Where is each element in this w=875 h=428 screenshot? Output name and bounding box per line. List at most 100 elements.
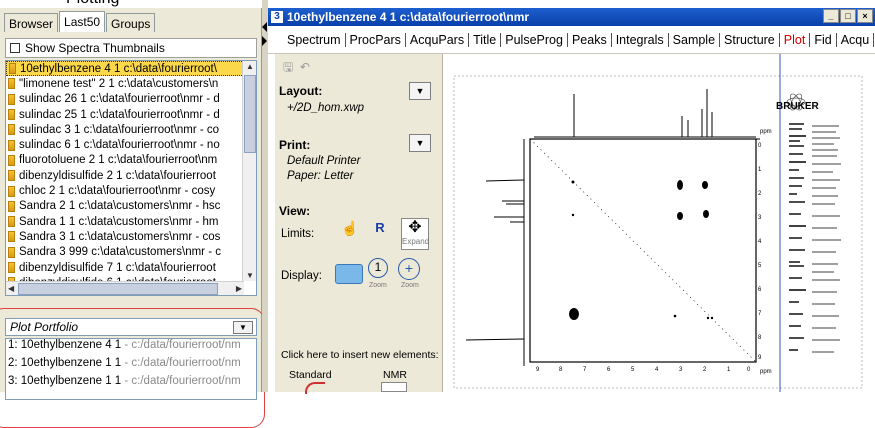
expand-arrows-icon: ✥ — [408, 219, 422, 236]
tab-plot[interactable]: Plot — [780, 32, 811, 47]
panel-splitter[interactable] — [262, 0, 268, 392]
plot-canvas[interactable]: 0 1 2 3 4 5 6 7 8 9 ppm 9 8 7 6 5 4 3 2 … — [444, 54, 875, 392]
dataset-label: Sandra 2 1 c:\data\customers\nmr - hsc — [19, 200, 221, 213]
minimize-button[interactable]: _ — [823, 9, 839, 23]
page-border — [453, 75, 863, 389]
dataset-list-item[interactable]: "limonene test" 2 1 c:\data\customers\n — [6, 76, 256, 91]
layout-dropdown-button[interactable]: ▼ — [409, 82, 431, 100]
collapse-left-icon[interactable] — [262, 22, 267, 32]
folder-icon — [8, 124, 15, 136]
hand-limits-icon[interactable]: ☝ — [339, 220, 361, 240]
tab-last50[interactable]: Last50 — [59, 11, 106, 32]
vertical-scroll-thumb[interactable] — [244, 75, 256, 153]
dataset-list-item[interactable]: chloc 2 1 c:\data\fourierroot\nmr - cosy — [6, 183, 256, 198]
y-tick: 7 — [758, 311, 762, 317]
undo-icon[interactable]: ↶ — [300, 60, 310, 74]
horizontal-scroll-thumb[interactable] — [18, 283, 218, 295]
window-title-bar[interactable]: 3 10ethylbenzene 4 1 c:\data\fourierroot… — [268, 8, 875, 26]
layout-label: Layout: — [279, 84, 323, 98]
zoom-one-icon[interactable]: 1 — [368, 258, 388, 278]
tab-pulseprog[interactable]: PulseProg — [501, 32, 568, 47]
dataset-list-item[interactable]: Sandra 3 999 c:\data\customers\nmr - c — [6, 245, 256, 260]
scroll-down-icon[interactable]: ▼ — [246, 271, 254, 280]
y-tick: 9 — [758, 355, 762, 361]
left-projection — [465, 139, 525, 366]
print-dropdown-button[interactable]: ▼ — [409, 134, 431, 152]
bottom-axis-labels: 9 8 7 6 5 4 3 2 1 0 ppm — [536, 367, 772, 375]
zoom-in-icon[interactable]: + — [398, 258, 420, 280]
dataset-list-item[interactable]: Sandra 2 1 c:\data\customers\nmr - hsc — [6, 199, 256, 214]
dataset-list-item[interactable]: sulindac 6 1 c:\data\fourierroot\nmr - n… — [6, 137, 256, 152]
dataset-label: sulindac 26 1 c:\data\fourierroot\nmr - … — [19, 93, 220, 106]
folder-icon — [8, 139, 15, 151]
y-tick: 1 — [758, 167, 762, 173]
tab-fid[interactable]: Fid — [810, 32, 837, 47]
tab-procpars[interactable]: ProcPars — [346, 32, 406, 47]
dataset-label: 10ethylbenzene 4 1 c:\data\fourierroot\ — [20, 62, 217, 75]
dataset-list-item[interactable]: Sandra 1 1 c:\data\customers\nmr - hm — [6, 214, 256, 229]
page-caption: Plotting — [66, 0, 119, 8]
list-vertical-scrollbar[interactable]: ▲ ▼ — [242, 61, 256, 281]
x-tick: 9 — [536, 367, 540, 373]
standard-label[interactable]: Standard — [289, 369, 332, 381]
print-label: Print: — [279, 138, 311, 152]
folder-icon — [8, 78, 15, 90]
y-tick: 2 — [758, 191, 762, 197]
monitor-display-icon[interactable] — [335, 264, 363, 284]
expand-button[interactable]: ✥ Expand — [401, 218, 429, 250]
dataset-label: fluorotoluene 2 1 c:\data\fourierroot\nm — [19, 154, 218, 167]
scroll-left-icon[interactable]: ◀ — [8, 284, 14, 293]
tab-acqupars[interactable]: AcquPars — [406, 32, 470, 47]
dataset-label: Sandra 3 1 c:\data\customers\nmr - cos — [19, 230, 221, 243]
bruker-logo: BRUKER — [776, 93, 820, 112]
dataset-list-item[interactable]: Sandra 3 1 c:\data\customers\nmr - cos — [6, 229, 256, 244]
list-horizontal-scrollbar[interactable]: ◀ ▶ — [6, 281, 244, 295]
dataset-label: Sandra 1 1 c:\data\customers\nmr - hm — [19, 215, 219, 228]
dataset-list-item[interactable]: 10ethylbenzene 4 1 c:\data\fourierroot\ — [6, 61, 256, 77]
tab-structure[interactable]: Structure — [720, 32, 780, 47]
top-projection — [534, 89, 756, 138]
folder-icon — [8, 170, 15, 182]
x-tick: 4 — [655, 367, 659, 373]
tab-sample[interactable]: Sample — [669, 32, 721, 47]
contour-frame — [529, 138, 757, 363]
r-limits-icon[interactable]: R — [369, 220, 391, 240]
folder-icon — [8, 262, 15, 273]
tab-browser[interactable]: Browser — [4, 13, 59, 32]
save-icon[interactable]: 🖫 — [283, 60, 293, 74]
y-tick: 5 — [758, 263, 762, 269]
show-thumbnails-checkbox[interactable] — [10, 43, 20, 53]
nmr-element-icon[interactable] — [381, 382, 407, 392]
zoom-one-digit: 1 — [374, 260, 382, 274]
nmr-label[interactable]: NMR — [383, 369, 407, 381]
dataset-list-item[interactable]: dibenzyldisulfide 7 1 c:\data\fourierroo… — [6, 260, 256, 275]
dataset-list[interactable]: 10ethylbenzene 4 1 c:\data\fourierroot\ "… — [5, 60, 257, 296]
standard-element-icon[interactable] — [305, 382, 325, 394]
close-button[interactable]: × — [857, 9, 873, 23]
tab-title[interactable]: Title — [469, 32, 502, 47]
scroll-up-icon[interactable]: ▲ — [246, 62, 254, 71]
tab-peaks[interactable]: Peaks — [568, 32, 612, 47]
expand-label: Expand — [402, 237, 430, 246]
x-tick: 7 — [583, 367, 587, 373]
tab-integrals[interactable]: Integrals — [612, 32, 669, 47]
tab-groups[interactable]: Groups — [106, 13, 156, 32]
dataset-list-item[interactable]: sulindac 3 1 c:\data\fourierroot\nmr - c… — [6, 122, 256, 137]
dataset-list-item[interactable]: sulindac 25 1 c:\data\fourierroot\nmr - … — [6, 107, 256, 122]
dataset-list-item[interactable]: fluorotoluene 2 1 c:\data\fourierroot\nm — [6, 153, 256, 168]
x-tick: 3 — [679, 367, 683, 373]
dataset-list-item[interactable]: sulindac 26 1 c:\data\fourierroot\nmr - … — [6, 92, 256, 107]
folder-icon — [9, 63, 16, 75]
y-tick: 6 — [758, 287, 762, 293]
insert-elements-hint: Click here to insert new elements: — [281, 349, 439, 361]
folder-icon — [8, 231, 15, 243]
show-thumbnails-row[interactable]: Show Spectra Thumbnails — [5, 38, 257, 58]
y-tick: 0 — [758, 143, 762, 149]
maximize-button[interactable]: □ — [840, 9, 856, 23]
dataset-list-item[interactable]: dibenzyldisulfide 2 1 c:\data\fourierroo… — [6, 168, 256, 183]
tab-acqu[interactable]: Acqu — [837, 32, 875, 47]
expand-right-icon[interactable] — [262, 36, 267, 46]
tab-spectrum[interactable]: Spectrum — [283, 32, 346, 47]
limits-label: Limits: — [281, 228, 315, 240]
scroll-right-icon[interactable]: ▶ — [236, 284, 242, 293]
